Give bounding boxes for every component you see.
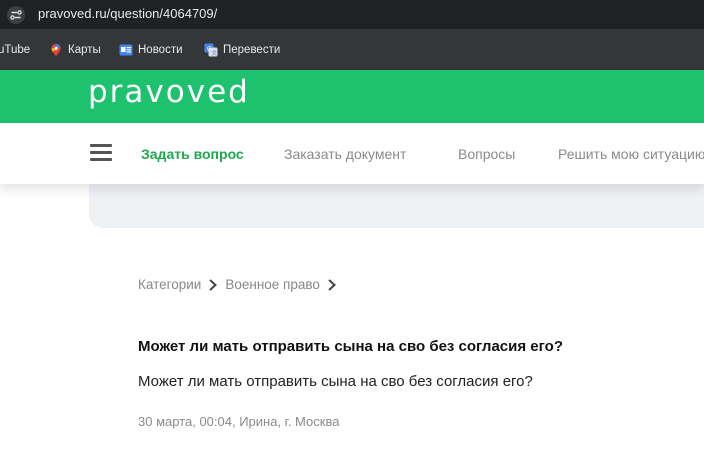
translate-icon: G 文 (204, 43, 218, 57)
nav-solve-situation[interactable]: Решить мою ситуацию (558, 146, 704, 162)
question-title: Может ли мать отправить сына на сво без … (138, 338, 563, 355)
bookmark-news[interactable]: Новости (119, 41, 183, 59)
maps-pin-icon (51, 44, 61, 56)
site-logo[interactable]: pravoved (88, 74, 250, 110)
svg-text:文: 文 (212, 49, 218, 57)
news-icon (119, 44, 133, 56)
bookmarks-bar: uTube Карты Новости G 文 Перевести (0, 29, 704, 70)
chevron-right-icon (209, 278, 218, 291)
site-header: pravoved (0, 70, 704, 123)
browser-address-bar[interactable]: pravoved.ru/question/4064709/ (0, 0, 704, 29)
bookmark-label: uTube (0, 44, 31, 56)
nav-questions[interactable]: Вопросы (458, 146, 515, 162)
bookmark-translate[interactable]: G 文 Перевести (204, 41, 280, 59)
bookmark-label: Новости (138, 44, 183, 56)
main-nav: Задать вопрос Заказать документ Вопросы … (0, 123, 704, 184)
breadcrumb-categories[interactable]: Категории (138, 277, 201, 292)
site-info-icon[interactable] (7, 6, 25, 24)
url-text[interactable]: pravoved.ru/question/4064709/ (38, 6, 217, 21)
question-meta: 30 марта, 00:04, Ирина, г. Москва (138, 414, 340, 429)
menu-icon[interactable] (90, 144, 112, 162)
question-body: Может ли мать отправить сына на сво без … (138, 373, 533, 390)
bookmark-maps[interactable]: Карты (49, 41, 101, 59)
bookmark-youtube[interactable]: uTube (0, 41, 30, 59)
nav-ask-question[interactable]: Задать вопрос (141, 146, 244, 162)
breadcrumb: Категории Военное право (138, 277, 344, 292)
bookmark-label: Карты (68, 44, 101, 56)
chevron-right-icon (328, 278, 336, 291)
nav-order-document[interactable]: Заказать документ (284, 146, 406, 162)
bookmark-label: Перевести (223, 44, 281, 56)
breadcrumb-military-law[interactable]: Военное право (225, 277, 320, 292)
